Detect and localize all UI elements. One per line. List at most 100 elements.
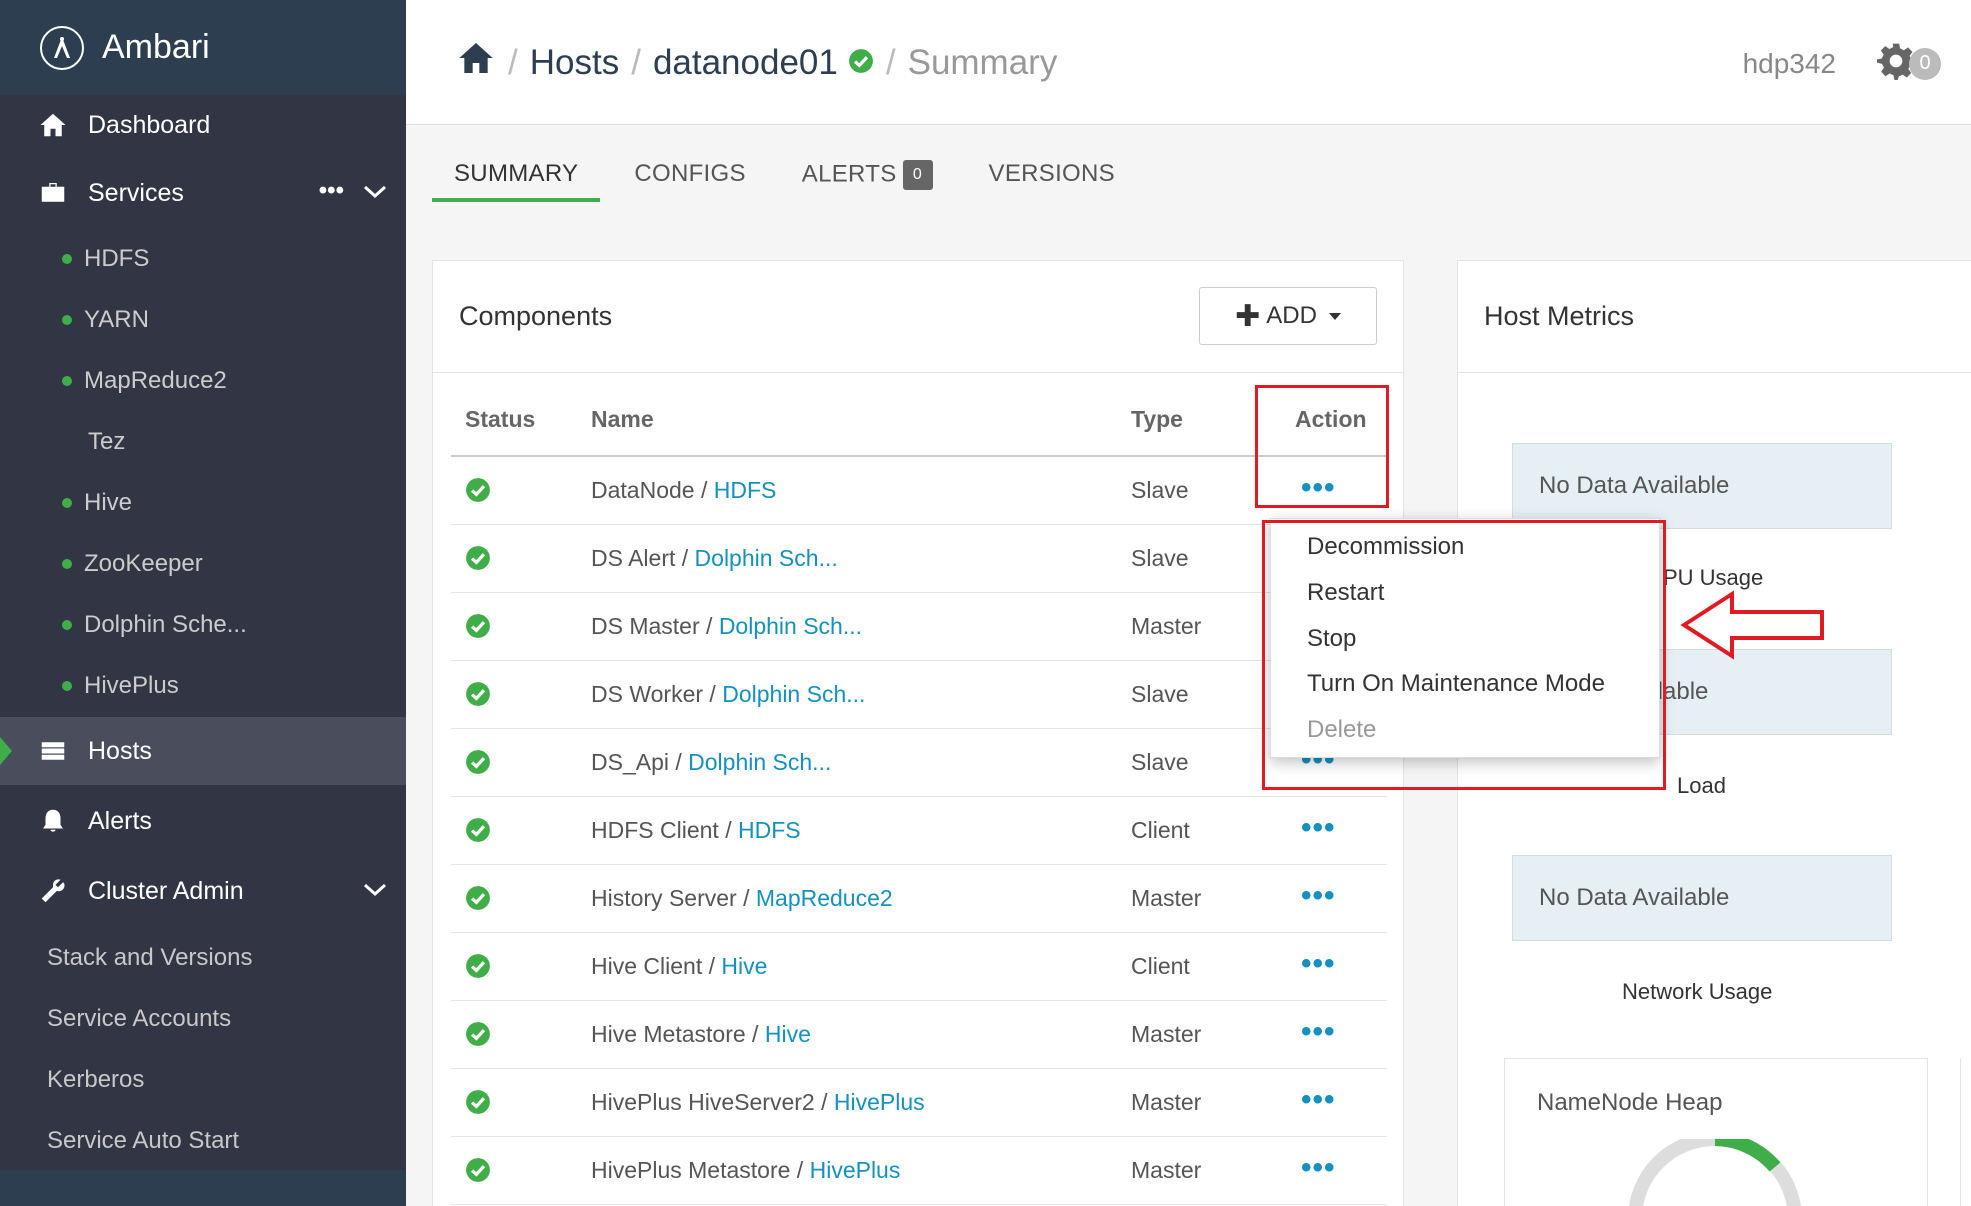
sidebar-item-zookeeper[interactable]: ZooKeeper [62,550,203,578]
service-link[interactable]: HDFS [714,477,777,503]
ops-count-badge: 0 [1909,47,1941,80]
action-menu-button[interactable]: ••• [1301,1151,1336,1185]
table-row: HDFS Client / HDFS Client ••• [451,797,1387,865]
table-row: Hive Client / Hive Client ••• [451,933,1387,1001]
brand[interactable]: Ambari [0,0,406,95]
sidebar-item-yarn[interactable]: YARN [62,306,149,334]
service-link[interactable]: Hive [765,1021,811,1047]
tab-configs[interactable]: CONFIGS [612,160,767,202]
chevron-down-icon[interactable] [362,179,388,208]
service-link[interactable]: HivePlus [834,1089,925,1115]
component-type: Slave [1131,681,1189,707]
component-label: History Server / [591,885,756,911]
network-usage-label: Network Usage [1622,979,1773,1004]
cluster-name: hdp342 [1742,48,1836,79]
breadcrumb-host[interactable]: datanode01 [653,43,838,83]
header-type[interactable]: Type [1131,406,1183,433]
chevron-down-icon[interactable] [362,877,388,906]
add-component-button[interactable]: ✚ ADD [1199,287,1377,345]
service-link[interactable]: Hive [721,953,767,979]
service-label: ZooKeeper [84,550,203,577]
bell-icon [36,806,70,836]
component-name: History Server / MapReduce2 [591,885,893,912]
component-name: DS_Api / Dolphin Sch... [591,749,831,776]
sidebar-item-hiveplus[interactable]: HivePlus [62,672,179,700]
sidebar-item-kerberos[interactable]: Kerberos [47,1066,144,1094]
sidebar-item-service-accounts[interactable]: Service Accounts [47,1005,231,1033]
status-dot-icon [62,620,72,630]
services-more-icon[interactable]: ••• [319,177,344,205]
service-link[interactable]: HDFS [738,817,801,843]
component-type: Master [1131,613,1202,639]
action-menu-button[interactable]: ••• [1301,1083,1336,1117]
service-label: Dolphin Sche... [84,611,247,638]
namenode-heap-title: NameNode Heap [1537,1089,1723,1116]
namenode-heap-card[interactable]: NameNode Heap [1504,1058,1928,1206]
status-ok-icon [465,953,491,985]
table-row: HivePlus Metastore / HivePlus Master ••• [451,1137,1387,1205]
component-name: Hive Metastore / Hive [591,1021,811,1048]
header-name[interactable]: Name [591,406,654,433]
sidebar-item-dolphin[interactable]: Dolphin Sche... [62,611,247,639]
background-ops-button[interactable]: 0 [1877,42,1941,85]
service-link[interactable]: MapReduce2 [756,885,893,911]
sidebar-item-service-auto-start[interactable]: Service Auto Start [47,1127,239,1155]
sidebar-item-stack-versions[interactable]: Stack and Versions [47,944,252,972]
component-name: DS Master / Dolphin Sch... [591,613,862,640]
action-menu-button[interactable]: ••• [1301,879,1336,913]
main-content: SUMMARY CONFIGS ALERTS 0 VERSIONS Compone… [406,125,1971,1206]
sidebar-item-mapreduce2[interactable]: MapReduce2 [62,367,227,395]
status-ok-icon [465,1157,491,1189]
service-label: YARN [84,306,149,333]
sidebar-item-hdfs[interactable]: HDFS [62,245,149,273]
status-ok-icon [465,1089,491,1121]
breadcrumb-summary: Summary [907,42,1058,82]
component-name: DataNode / HDFS [591,477,776,504]
table-row: DS_Api / Dolphin Sch... Slave ••• [451,729,1387,797]
tab-versions[interactable]: VERSIONS [967,160,1137,202]
nav-alerts-label: Alerts [88,806,152,835]
nav-services[interactable]: Services ••• [0,163,406,223]
arrow-left-icon [1680,590,1824,660]
status-ok-icon [465,1021,491,1053]
service-link[interactable]: HivePlus [810,1157,901,1183]
ambari-logo-icon [40,25,84,70]
tab-summary[interactable]: SUMMARY [432,160,601,202]
action-menu-button[interactable]: ••• [1301,811,1336,845]
sidebar-item-hive[interactable]: Hive [62,489,132,517]
briefcase-icon [36,178,70,208]
sidebar-item-tez[interactable]: Tez [62,428,125,456]
add-button-label: ADD [1266,302,1317,329]
action-menu-button[interactable]: ••• [1301,947,1336,981]
service-label: Hive [84,489,133,516]
service-link[interactable]: Dolphin Sch... [695,545,838,571]
component-type: Master [1131,1157,1202,1183]
header-status[interactable]: Status [465,406,535,433]
tab-alerts[interactable]: ALERTS 0 [780,160,955,202]
breadcrumb-hosts[interactable]: Hosts [530,43,619,83]
nav-hosts[interactable]: Hosts [0,717,406,785]
component-type: Client [1131,953,1190,979]
service-link[interactable]: Dolphin Sch... [719,613,862,639]
status-ok-icon [465,817,491,849]
nav-alerts[interactable]: Alerts [0,790,406,852]
tab-alerts-label: ALERTS [801,160,897,188]
caret-down-icon [1328,312,1341,320]
nav-cluster-admin[interactable]: Cluster Admin [0,860,406,922]
action-menu-button[interactable]: ••• [1301,1015,1336,1049]
action-highlight-box [1255,385,1389,508]
component-label: DataNode / [591,477,714,503]
component-name: Hive Client / Hive [591,953,767,980]
table-row: History Server / MapReduce2 Master ••• [451,865,1387,933]
service-link[interactable]: Dolphin Sch... [722,681,865,707]
nav-dashboard[interactable]: Dashboard [0,95,406,155]
tab-bar: SUMMARY CONFIGS ALERTS 0 VERSIONS [432,160,1149,202]
server-icon [36,736,70,766]
table-row: DS Worker / Dolphin Sch...Slave••• [451,661,1387,729]
home-icon[interactable] [456,38,496,87]
service-link[interactable]: Dolphin Sch... [688,749,831,775]
status-dot-icon [62,254,72,264]
brand-name: Ambari [102,28,210,66]
table-row: HivePlus HiveServer2 / HivePlus Master ••• [451,1069,1387,1137]
status-ok-icon [465,681,491,713]
